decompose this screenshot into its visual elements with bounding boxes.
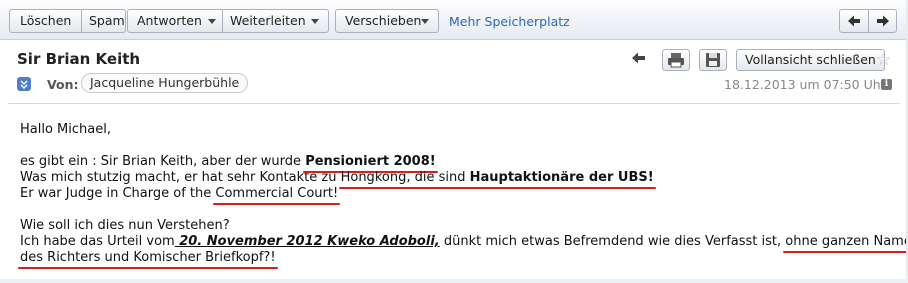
marked-text: ohne ganzen Namen <box>785 234 908 249</box>
body-text: dünkt mich etwas Befremdend wie dies Ver… <box>439 234 782 249</box>
toolbar: Löschen Spam Antworten Weiterleiten Vers… <box>0 0 908 40</box>
marked-text: Pensioniert 2008! <box>305 154 436 169</box>
more-storage-link[interactable]: Mehr Speicherplatz <box>449 14 570 29</box>
close-fullview-button[interactable]: Vollansicht schließen <box>736 49 885 71</box>
reply-forward-group: Antworten Weiterleiten <box>127 9 329 33</box>
reply-button[interactable]: Antworten <box>137 10 202 32</box>
back-arrow-icon[interactable] <box>632 52 646 64</box>
spam-button[interactable]: Spam <box>89 10 125 32</box>
body-text: Ich habe das Urteil vom <box>20 234 175 249</box>
body-line-6: des Richters und Komischer Briefkopf?! <box>20 250 908 266</box>
right-arrow-icon <box>877 15 889 27</box>
message-subject: Sir Brian Keith <box>17 50 141 68</box>
prev-message-button[interactable] <box>840 10 868 32</box>
move-button[interactable]: Verschieben <box>335 9 439 33</box>
save-button[interactable] <box>699 49 727 71</box>
marked-text: des Richters und Komischer Briefkopf?! <box>20 250 276 265</box>
body-text: es gibt ein : Sir Brian Keith, aber der … <box>20 154 302 169</box>
message-body: Hallo Michael, es gibt ein : Sir Brian K… <box>20 122 908 266</box>
body-line-4: Wie soll ich dies nun Verstehen? <box>20 218 230 233</box>
message-date: 18.12.2013 um 07:50 Uhr <box>724 77 886 92</box>
print-icon <box>668 53 684 68</box>
forward-dropdown-icon[interactable] <box>311 19 319 24</box>
print-button[interactable] <box>662 49 690 71</box>
move-label: Verschieben <box>345 13 422 28</box>
marked-text: Hongkong, die sind Hauptaktionäre der UB… <box>340 170 654 185</box>
star-icon[interactable]: ☆ <box>876 50 891 70</box>
body-text: Was mich stutzig macht, er hat sehr Kont… <box>20 170 337 185</box>
reply-dropdown-icon[interactable] <box>208 19 216 24</box>
nav-arrows <box>839 9 897 33</box>
body-text: Er war Judge in Charge of the <box>20 186 212 201</box>
greeting-line: Hallo Michael, <box>20 122 111 137</box>
body-line-2: Was mich stutzig macht, er hat sehr Kont… <box>20 170 908 186</box>
header-divider <box>8 103 900 104</box>
bottom-edge <box>0 279 908 283</box>
delete-spam-group: Löschen Spam <box>9 9 126 33</box>
delete-button[interactable]: Löschen <box>20 10 71 32</box>
info-icon[interactable]: i <box>881 79 892 90</box>
sender-chip[interactable]: Jacqueline Hungerbühle <box>81 73 249 93</box>
left-arrow-icon <box>848 15 860 27</box>
forward-button[interactable]: Weiterleiten <box>230 10 306 32</box>
save-icon <box>706 53 720 67</box>
body-line-1: es gibt ein : Sir Brian Keith, aber der … <box>20 154 908 170</box>
move-dropdown-icon <box>421 19 429 24</box>
bold-text: Hauptaktionäre der UBS! <box>469 170 654 185</box>
underlined-text: 20. November 2012 Kweko Adoboli, <box>174 234 440 249</box>
marked-text: Commercial Court! <box>215 186 339 201</box>
body-line-5: Ich habe das Urteil vom 20. November 201… <box>20 234 908 250</box>
from-label: Von: <box>47 77 79 92</box>
next-message-button[interactable] <box>869 10 897 32</box>
expand-icon[interactable] <box>17 77 31 91</box>
